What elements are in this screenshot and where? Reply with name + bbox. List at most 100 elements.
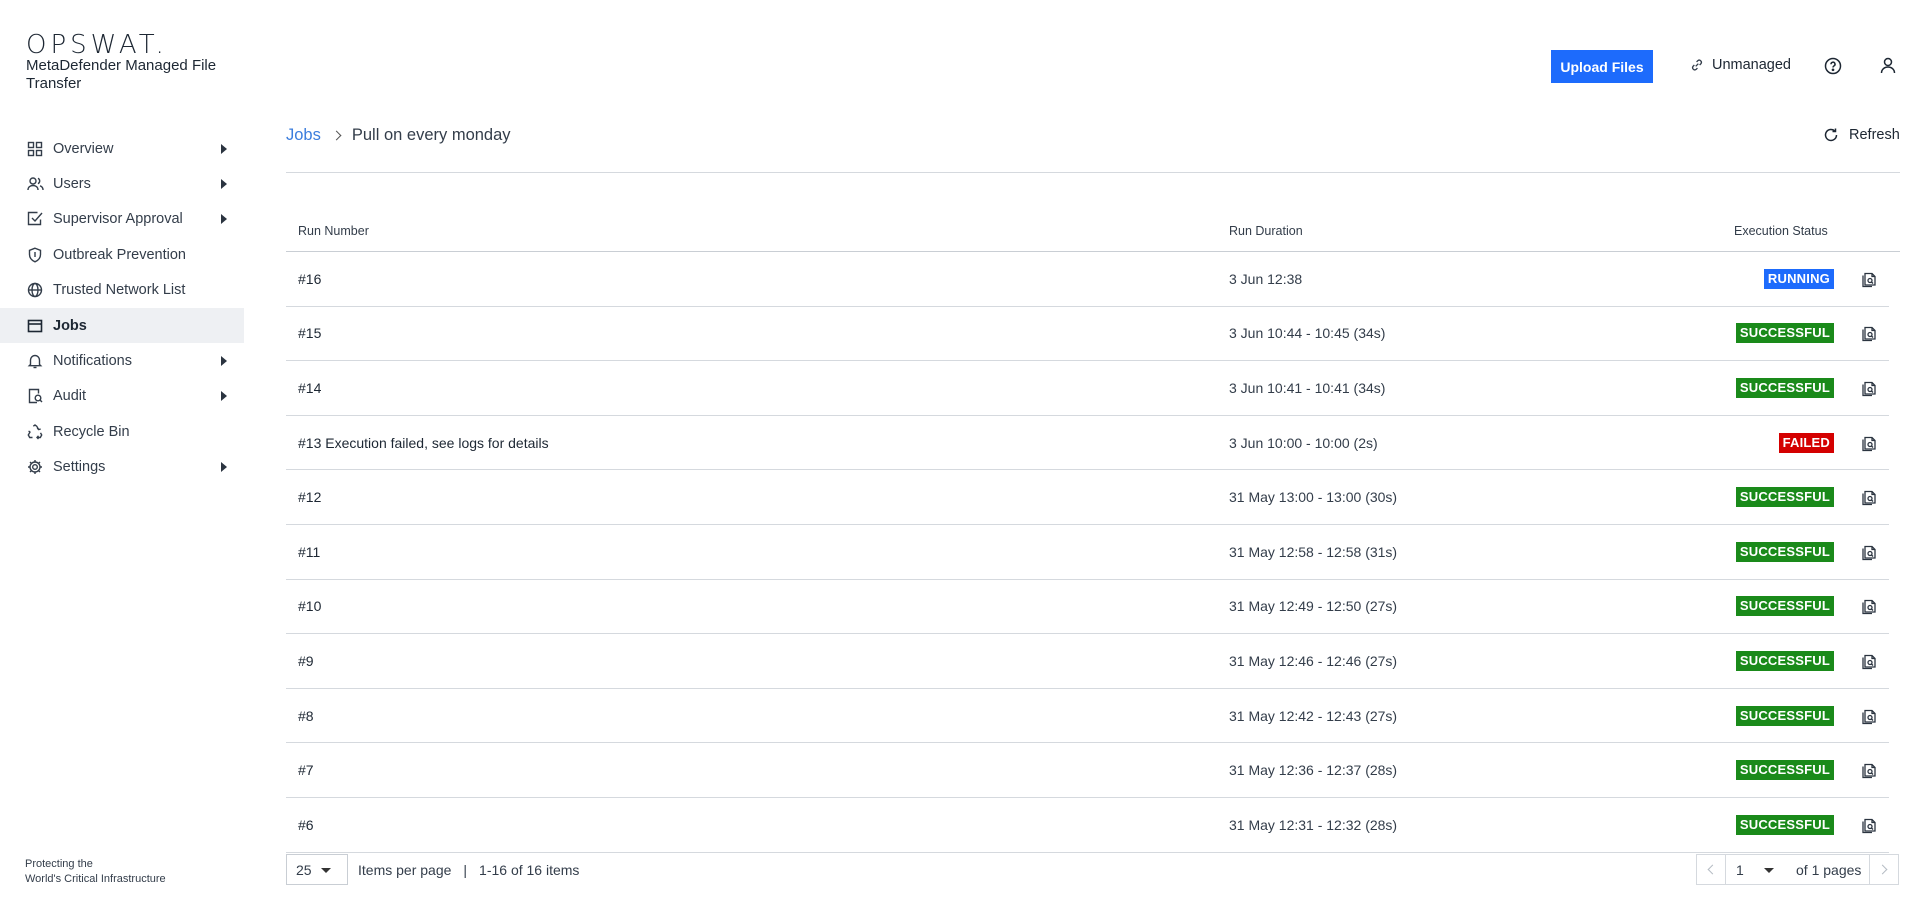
caret-right-icon[interactable]: [221, 179, 227, 190]
sidebar-item-recycle-bin[interactable]: Recycle Bin: [0, 414, 244, 449]
items-per-page-value: 25: [296, 861, 312, 878]
view-logs-icon[interactable]: [1860, 270, 1878, 288]
caret-right-icon[interactable]: [221, 356, 227, 367]
table-row[interactable]: #6 31 May 12:31 - 12:32 (28s) SUCCESSFUL: [286, 798, 1889, 853]
refresh-button[interactable]: Refresh: [1823, 127, 1900, 143]
view-logs-icon[interactable]: [1860, 597, 1878, 615]
status-badge-cell: RUNNING: [1763, 268, 1834, 289]
sidebar-item-label: Supervisor Approval: [53, 211, 183, 228]
pagination-separator: |: [463, 861, 468, 878]
caret-right-icon[interactable]: [221, 214, 227, 225]
items-range: 1-16 of 16 items: [479, 861, 580, 878]
view-logs-icon[interactable]: [1860, 707, 1878, 725]
table-row[interactable]: #9 31 May 12:46 - 12:46 (27s) SUCCESSFUL: [286, 634, 1889, 689]
view-logs-icon[interactable]: [1860, 543, 1878, 561]
table-row[interactable]: #7 31 May 12:36 - 12:37 (28s) SUCCESSFUL: [286, 743, 1889, 798]
pagination-left: 25 Items per page | 1-16 of 16 items: [286, 854, 579, 885]
caret-down-icon: [321, 868, 331, 873]
table-row[interactable]: #16 3 Jun 12:38 RUNNING: [286, 252, 1889, 307]
view-logs-icon[interactable]: [1860, 434, 1878, 452]
run-duration: 31 May 12:42 - 12:43 (27s): [1229, 707, 1398, 724]
sidebar-item-label: Outbreak Prevention: [53, 246, 186, 263]
view-logs-icon[interactable]: [1860, 324, 1878, 342]
tagline-line-1: Protecting the: [25, 858, 93, 870]
view-logs-icon[interactable]: [1860, 816, 1878, 834]
run-number: #11: [298, 543, 321, 560]
breadcrumb-jobs-link[interactable]: Jobs: [286, 126, 321, 145]
recycle-icon: [26, 423, 44, 441]
table-row[interactable]: #13 Execution failed, see logs for detai…: [286, 416, 1889, 471]
run-duration: 31 May 12:58 - 12:58 (31s): [1229, 543, 1398, 560]
items-per-page-label: Items per page: [358, 861, 452, 878]
column-header-execution-status[interactable]: Execution Status: [1734, 224, 1828, 238]
sidebar-item-audit[interactable]: Audit: [0, 379, 244, 414]
sidebar-item-label: Overview: [53, 140, 114, 157]
status-badge: FAILED: [1778, 432, 1834, 453]
table-row[interactable]: #8 31 May 12:42 - 12:43 (27s) SUCCESSFUL: [286, 689, 1889, 744]
run-duration: 31 May 12:46 - 12:46 (27s): [1229, 652, 1398, 669]
unmanaged-link[interactable]: Unmanaged: [1690, 57, 1791, 73]
next-page-button[interactable]: [1869, 854, 1900, 885]
tagline: Protecting the World's Critical Infrastr…: [25, 857, 166, 887]
upload-files-button[interactable]: Upload Files: [1551, 50, 1653, 83]
status-badge: SUCCESSFUL: [1735, 323, 1834, 344]
page-select[interactable]: 1: [1726, 854, 1788, 885]
sidebar-item-settings[interactable]: Settings: [0, 450, 244, 485]
runs-table: Run Number Run Duration Execution Status…: [286, 212, 1900, 853]
table-row[interactable]: #10 31 May 12:49 - 12:50 (27s) SUCCESSFUL: [286, 580, 1889, 635]
chevron-right-icon: [1877, 864, 1888, 875]
chevron-right-icon: [331, 130, 342, 141]
run-number: #16: [298, 270, 322, 287]
previous-page-button[interactable]: [1696, 854, 1726, 885]
run-duration: 31 May 12:31 - 12:32 (28s): [1229, 816, 1398, 833]
view-logs-icon[interactable]: [1860, 379, 1878, 397]
sidebar-item-jobs[interactable]: Jobs: [0, 307, 244, 344]
column-header-run-number[interactable]: Run Number: [298, 224, 369, 238]
status-badge-cell: SUCCESSFUL: [1735, 814, 1834, 835]
audit-icon: [26, 387, 44, 405]
view-logs-icon[interactable]: [1860, 761, 1878, 779]
grid-icon: [26, 140, 44, 158]
sidebar-item-trusted-network-list[interactable]: Trusted Network List: [0, 273, 244, 308]
table-row[interactable]: #12 31 May 13:00 - 13:00 (30s) SUCCESSFUL: [286, 470, 1889, 525]
status-badge-cell: SUCCESSFUL: [1735, 760, 1834, 781]
column-header-run-duration[interactable]: Run Duration: [1229, 224, 1303, 238]
table-row[interactable]: #14 3 Jun 10:41 - 10:41 (34s) SUCCESSFUL: [286, 361, 1889, 416]
run-duration: 31 May 13:00 - 13:00 (30s): [1229, 489, 1398, 506]
caret-right-icon[interactable]: [221, 462, 227, 473]
items-per-page-select[interactable]: 25: [286, 854, 348, 885]
bell-icon: [26, 352, 44, 370]
unmanaged-label: Unmanaged: [1712, 57, 1791, 73]
sidebar-item-notifications[interactable]: Notifications: [0, 343, 244, 378]
user-icon[interactable]: [1879, 56, 1897, 74]
view-logs-icon[interactable]: [1860, 652, 1878, 670]
status-badge-cell: SUCCESSFUL: [1735, 650, 1834, 671]
sidebar-item-label: Notifications: [53, 353, 132, 370]
sidebar-item-outbreak-prevention[interactable]: Outbreak Prevention: [0, 237, 244, 272]
chevron-left-icon: [1707, 864, 1718, 875]
sidebar-item-label: Users: [53, 176, 91, 193]
sidebar-item-label: Recycle Bin: [53, 423, 130, 440]
sidebar-item-supervisor-approval[interactable]: Supervisor Approval: [0, 202, 244, 237]
status-badge: SUCCESSFUL: [1735, 814, 1834, 835]
status-badge-cell: SUCCESSFUL: [1735, 705, 1834, 726]
caret-right-icon[interactable]: [221, 391, 227, 402]
sidebar-item-users[interactable]: Users: [0, 166, 244, 201]
tagline-line-2: World's Critical Infrastructure: [25, 873, 166, 885]
status-badge-cell: SUCCESSFUL: [1735, 487, 1834, 508]
view-logs-icon[interactable]: [1860, 488, 1878, 506]
sidebar-item-overview[interactable]: Overview: [0, 131, 244, 166]
run-duration: 31 May 12:36 - 12:37 (28s): [1229, 762, 1398, 779]
caret-down-icon: [1764, 868, 1774, 873]
of-pages-label: of 1 pages: [1788, 854, 1870, 885]
table-row[interactable]: #15 3 Jun 10:44 - 10:45 (34s) SUCCESSFUL: [286, 307, 1889, 362]
caret-right-icon[interactable]: [221, 143, 227, 154]
table-body: #16 3 Jun 12:38 RUNNING #15 3 Jun 10:44 - 10…: [286, 252, 1889, 853]
status-badge-cell: SUCCESSFUL: [1735, 596, 1834, 617]
table-row[interactable]: #11 31 May 12:58 - 12:58 (31s) SUCCESSFUL: [286, 525, 1889, 580]
status-badge: SUCCESSFUL: [1735, 650, 1834, 671]
sidebar-item-label: Settings: [53, 459, 106, 476]
run-number: #6: [298, 816, 314, 833]
status-badge: SUCCESSFUL: [1735, 596, 1834, 617]
help-icon[interactable]: [1824, 57, 1842, 75]
